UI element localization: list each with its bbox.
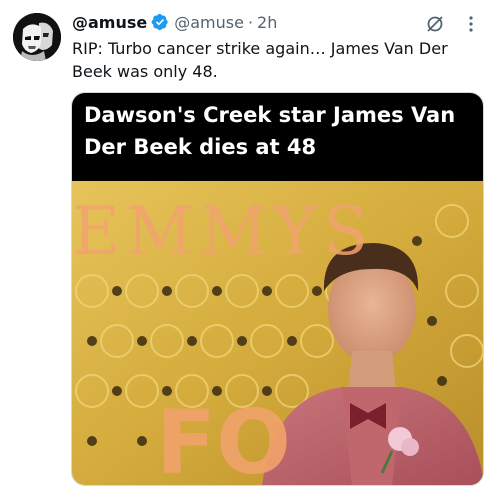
grok-button[interactable] xyxy=(424,13,446,35)
more-icon xyxy=(469,16,473,32)
more-button[interactable] xyxy=(460,13,482,35)
avatar[interactable] xyxy=(13,13,61,61)
separator-dot: · xyxy=(247,12,254,32)
display-name[interactable]: @amuse xyxy=(72,13,147,32)
media-photo: EMMYS FO xyxy=(72,181,483,486)
backdrop-emmys-text: EMMYS xyxy=(72,193,375,270)
backdrop-fox-text: FO xyxy=(156,391,291,486)
handle[interactable]: @amuse xyxy=(174,13,244,32)
media-headline: Dawson's Creek star James Van Der Beek d… xyxy=(72,93,483,181)
grok-icon xyxy=(427,16,443,32)
timestamp[interactable]: 2h xyxy=(257,13,277,32)
media-card[interactable]: Dawson's Creek star James Van Der Beek d… xyxy=(71,92,484,486)
tweet[interactable]: @amuse @amuse · 2h RIP: Turbo cancer str… xyxy=(0,0,497,500)
verified-badge-icon xyxy=(151,13,168,31)
stormtrooper-avatar-icon xyxy=(13,13,61,61)
tweet-text: RIP: Turbo cancer strike again… James Va… xyxy=(72,39,448,81)
